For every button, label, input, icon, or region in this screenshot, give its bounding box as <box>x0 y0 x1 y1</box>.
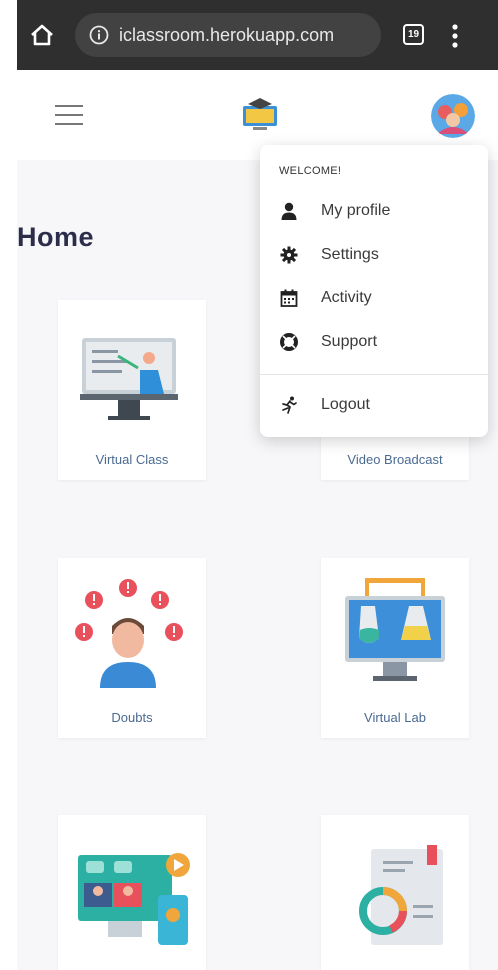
menu-item-label: Activity <box>321 289 372 306</box>
menu-item-logout[interactable]: Logout <box>260 385 488 425</box>
card-label: Virtual Lab <box>364 710 426 725</box>
card-course[interactable] <box>321 815 469 970</box>
browser-toolbar: iclassroom.herokuapp.com 19 <box>17 0 498 70</box>
info-icon[interactable] <box>89 25 109 45</box>
menu-item-my-profile[interactable]: My profile <box>260 191 488 231</box>
profile-dropdown-menu: WELCOME! My profile Settings Activity Su… <box>260 145 488 437</box>
video-conference-illustration <box>78 853 190 945</box>
url-text[interactable]: iclassroom.herokuapp.com <box>119 25 334 46</box>
app-logo[interactable] <box>239 96 281 134</box>
calendar-icon <box>280 289 298 307</box>
overflow-menu-icon[interactable] <box>449 22 461 50</box>
menu-item-settings[interactable]: Settings <box>260 235 488 275</box>
welcome-heading: WELCOME! <box>279 165 342 177</box>
home-icon[interactable] <box>27 20 57 50</box>
menu-item-label: My profile <box>321 202 391 219</box>
card-label: Doubts <box>111 710 153 725</box>
menu-item-support[interactable]: Support <box>260 322 488 362</box>
tab-switcher-button[interactable]: 19 <box>403 24 424 45</box>
lifebuoy-icon <box>280 333 298 351</box>
address-bar[interactable]: iclassroom.herokuapp.com <box>75 13 381 57</box>
card-video-conference[interactable] <box>58 815 206 970</box>
card-label: Virtual Class <box>95 452 169 467</box>
course-illustration <box>359 845 443 945</box>
virtual-lab-illustration <box>345 578 445 681</box>
user-icon <box>281 202 297 220</box>
card-label: Video Broadcast <box>347 452 443 467</box>
menu-divider <box>260 374 488 375</box>
card-virtual-lab[interactable]: Virtual Lab <box>321 558 469 738</box>
menu-item-activity[interactable]: Activity <box>260 278 488 318</box>
doubts-illustration <box>75 579 183 688</box>
gear-icon <box>280 246 298 264</box>
avatar[interactable] <box>431 94 475 138</box>
card-doubts[interactable]: Doubts <box>58 558 206 738</box>
virtual-class-illustration <box>80 338 178 420</box>
menu-item-label: Logout <box>321 396 370 413</box>
running-person-icon <box>282 396 297 414</box>
menu-item-label: Settings <box>321 246 379 263</box>
page-title: Home <box>17 222 95 252</box>
menu-item-label: Support <box>321 333 378 350</box>
hamburger-menu-icon[interactable] <box>55 105 83 127</box>
card-virtual-class[interactable]: Virtual Class <box>58 300 206 480</box>
